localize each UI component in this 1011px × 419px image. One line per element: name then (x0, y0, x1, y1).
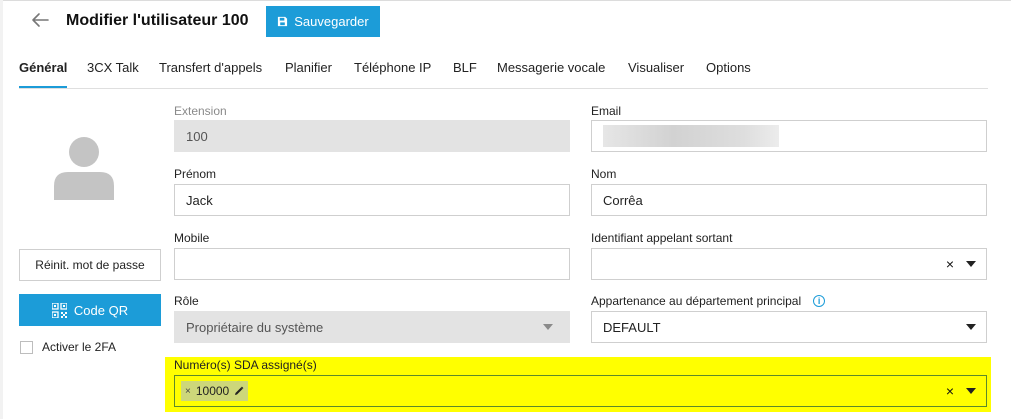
department-dropdown-icon[interactable] (966, 324, 976, 330)
tab-divider (19, 88, 988, 89)
tab-view[interactable]: Visualiser (628, 52, 684, 88)
email-field[interactable] (591, 120, 987, 152)
tab-3cx-talk[interactable]: 3CX Talk (87, 52, 139, 88)
outbound-caller-id-select[interactable]: × (591, 248, 987, 280)
reset-password-button[interactable]: Réinit. mot de passe (19, 249, 161, 281)
extension-field: 100 (174, 120, 570, 152)
enable-2fa-label: Activer le 2FA (42, 340, 117, 354)
email-redacted-value (603, 125, 779, 147)
last-name-field[interactable]: Corrêa (591, 184, 987, 216)
did-chip-value: 10000 (195, 384, 230, 398)
tab-options[interactable]: Options (706, 52, 751, 88)
enable-2fa-toggle[interactable]: Activer le 2FA (20, 340, 116, 354)
mobile-label: Mobile (174, 231, 210, 245)
page-title: Modifier l'utilisateur 100 (66, 12, 249, 29)
tab-general[interactable]: Général (19, 52, 68, 88)
tab-voicemail[interactable]: Messagerie vocale (497, 52, 605, 88)
did-multiselect[interactable]: × 10000 × (174, 375, 987, 407)
tab-schedule[interactable]: Planifier (285, 52, 332, 88)
qr-code-icon (51, 302, 67, 318)
department-value: DEFAULT (603, 319, 661, 335)
role-value: Propriétaire du système (186, 319, 324, 335)
mobile-field[interactable] (174, 248, 570, 280)
page-header: Modifier l'utilisateur 100 Sauvegarder (0, 0, 1011, 44)
role-dropdown-icon (543, 324, 553, 330)
role-label: Rôle (174, 294, 199, 308)
pencil-icon[interactable] (234, 386, 244, 396)
user-avatar-icon (54, 136, 114, 200)
tab-ip-phone[interactable]: Téléphone IP (354, 52, 431, 88)
save-button-label: Sauvegarder (294, 14, 369, 29)
role-select: Propriétaire du système (174, 311, 570, 343)
enable-2fa-checkbox[interactable] (20, 340, 33, 354)
did-chips: × 10000 (181, 381, 946, 401)
did-label: Numéro(s) SDA assigné(s) (174, 358, 317, 372)
extension-value: 100 (186, 128, 208, 144)
did-chip: × 10000 (181, 381, 249, 401)
did-dropdown-icon[interactable] (966, 388, 976, 394)
qr-code-button[interactable]: Code QR (19, 294, 161, 326)
floppy-disk-icon (278, 16, 288, 27)
outbound-caller-id-dropdown-icon[interactable] (966, 261, 976, 267)
did-clear-icon[interactable]: × (946, 383, 954, 399)
left-edge (0, 0, 3, 419)
last-name-label: Nom (591, 167, 617, 181)
outbound-caller-id-label: Identifiant appelant sortant (591, 231, 733, 245)
department-label-text: Appartenance au département principal (591, 294, 802, 308)
save-button[interactable]: Sauvegarder (266, 6, 380, 37)
last-name-value: Corrêa (603, 192, 643, 208)
tab-call-forwarding[interactable]: Transfert d'appels (159, 52, 262, 88)
back-arrow-icon[interactable] (28, 8, 52, 32)
info-icon[interactable]: i (813, 295, 826, 307)
first-name-field[interactable]: Jack (174, 184, 570, 216)
department-select[interactable]: DEFAULT (591, 311, 987, 343)
outbound-caller-id-clear-icon[interactable]: × (946, 256, 954, 272)
department-label: Appartenance au département principal i (591, 294, 826, 308)
first-name-value: Jack (186, 192, 213, 208)
extension-label: Extension (174, 104, 227, 118)
tab-blf[interactable]: BLF (453, 52, 477, 88)
first-name-label: Prénom (174, 167, 217, 181)
chip-remove-icon[interactable]: × (185, 386, 191, 397)
email-label: Email (591, 104, 622, 118)
qr-code-label: Code QR (73, 302, 129, 318)
